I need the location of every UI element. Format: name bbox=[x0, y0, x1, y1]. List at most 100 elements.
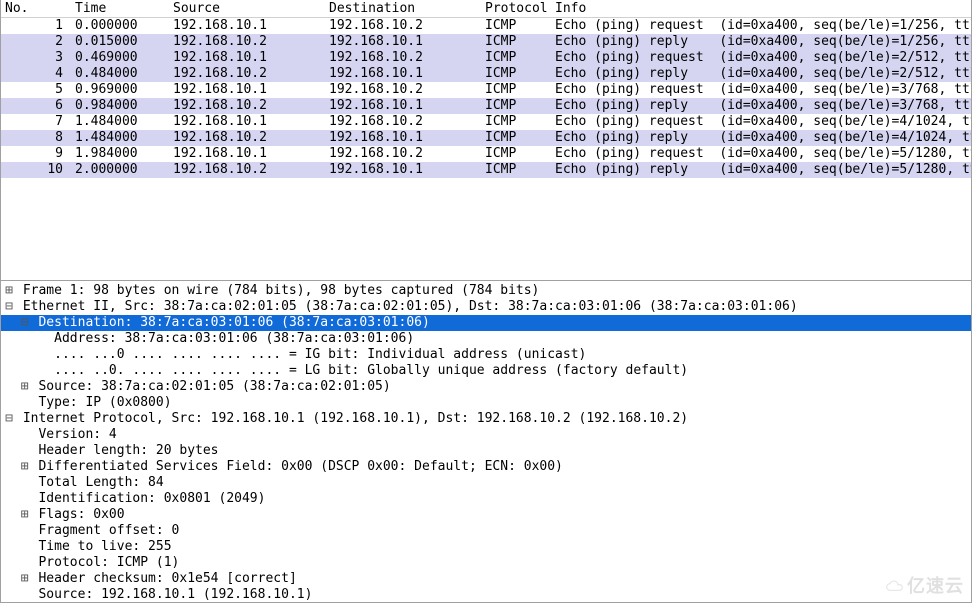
tree-node[interactable]: ⊟ Destination: 38:7a:ca:03:01:06 (38:7a:… bbox=[1, 315, 971, 331]
cell-time: 0.015000 bbox=[71, 34, 169, 50]
tree-spacer-icon bbox=[19, 443, 31, 459]
tree-node[interactable]: ⊞ Differentiated Services Field: 0x00 (D… bbox=[1, 459, 971, 475]
cell-proto: ICMP bbox=[481, 18, 551, 35]
expand-icon[interactable]: ⊞ bbox=[19, 507, 31, 523]
tree-node-label: Address: 38:7a:ca:03:01:06 (38:7a:ca:03:… bbox=[54, 331, 414, 346]
cell-no: 4 bbox=[1, 66, 71, 82]
tree-node-label: Source: 192.168.10.1 (192.168.10.1) bbox=[38, 587, 312, 602]
packet-table: No. Time Source Destination Protocol Inf… bbox=[1, 0, 971, 178]
tree-node[interactable]: ⊞ Flags: 0x00 bbox=[1, 507, 971, 523]
table-row[interactable]: 20.015000192.168.10.2192.168.10.1ICMPEch… bbox=[1, 34, 971, 50]
tree-node-label: Header length: 20 bytes bbox=[38, 443, 218, 458]
tree-node[interactable]: Total Length: 84 bbox=[1, 475, 971, 491]
cell-no: 3 bbox=[1, 50, 71, 66]
cell-proto: ICMP bbox=[481, 98, 551, 114]
tree-node-label: Destination: 38:7a:ca:03:01:06 (38:7a:ca… bbox=[38, 315, 429, 330]
tree-node-label: Ethernet II, Src: 38:7a:ca:02:01:05 (38:… bbox=[23, 299, 798, 314]
cell-no: 2 bbox=[1, 34, 71, 50]
tree-node-label: Identification: 0x0801 (2049) bbox=[38, 491, 265, 506]
tree-spacer-icon bbox=[19, 491, 31, 507]
cell-src: 192.168.10.2 bbox=[169, 98, 325, 114]
cell-proto: ICMP bbox=[481, 162, 551, 178]
expand-icon[interactable]: ⊞ bbox=[3, 283, 15, 299]
col-header-source[interactable]: Source bbox=[169, 0, 325, 18]
cell-time: 0.969000 bbox=[71, 82, 169, 98]
cell-time: 1.984000 bbox=[71, 146, 169, 162]
table-row[interactable]: 102.000000192.168.10.2192.168.10.1ICMPEc… bbox=[1, 162, 971, 178]
table-row[interactable]: 30.469000192.168.10.1192.168.10.2ICMPEch… bbox=[1, 50, 971, 66]
cell-info: Echo (ping) reply (id=0xa400, seq(be/le)… bbox=[551, 130, 971, 146]
cell-dst: 192.168.10.1 bbox=[325, 66, 481, 82]
tree-node-label: .... ..0. .... .... .... .... = LG bit: … bbox=[54, 363, 688, 378]
tree-node[interactable]: Address: 38:7a:ca:03:01:06 (38:7a:ca:03:… bbox=[1, 331, 971, 347]
tree-node-label: Source: 38:7a:ca:02:01:05 (38:7a:ca:02:0… bbox=[38, 379, 390, 394]
tree-node[interactable]: .... ..0. .... .... .... .... = LG bit: … bbox=[1, 363, 971, 379]
col-header-destination[interactable]: Destination bbox=[325, 0, 481, 18]
tree-node[interactable]: Protocol: ICMP (1) bbox=[1, 555, 971, 571]
tree-node-label: Flags: 0x00 bbox=[38, 507, 124, 522]
packet-list-pane[interactable]: No. Time Source Destination Protocol Inf… bbox=[0, 0, 972, 281]
packet-details-pane[interactable]: ⊞ Frame 1: 98 bytes on wire (784 bits), … bbox=[0, 281, 972, 603]
expand-icon[interactable]: ⊞ bbox=[19, 379, 31, 395]
tree-spacer-icon bbox=[19, 395, 31, 411]
col-header-info[interactable]: Info bbox=[551, 0, 971, 18]
table-row[interactable]: 81.484000192.168.10.2192.168.10.1ICMPEch… bbox=[1, 130, 971, 146]
col-header-time[interactable]: Time bbox=[71, 0, 169, 18]
col-header-protocol[interactable]: Protocol bbox=[481, 0, 551, 18]
cell-src: 192.168.10.2 bbox=[169, 130, 325, 146]
tree-node[interactable]: .... ...0 .... .... .... .... = IG bit: … bbox=[1, 347, 971, 363]
tree-node[interactable]: Type: IP (0x0800) bbox=[1, 395, 971, 411]
tree-node[interactable]: ⊟ Internet Protocol, Src: 192.168.10.1 (… bbox=[1, 411, 971, 427]
cell-info: Echo (ping) reply (id=0xa400, seq(be/le)… bbox=[551, 66, 971, 82]
table-row[interactable]: 50.969000192.168.10.1192.168.10.2ICMPEch… bbox=[1, 82, 971, 98]
tree-node[interactable]: Identification: 0x0801 (2049) bbox=[1, 491, 971, 507]
packet-table-header[interactable]: No. Time Source Destination Protocol Inf… bbox=[1, 0, 971, 18]
cell-info: Echo (ping) reply (id=0xa400, seq(be/le)… bbox=[551, 98, 971, 114]
tree-node-label: Time to live: 255 bbox=[38, 539, 171, 554]
cell-no: 6 bbox=[1, 98, 71, 114]
cell-no: 10 bbox=[1, 162, 71, 178]
table-row[interactable]: 71.484000192.168.10.1192.168.10.2ICMPEch… bbox=[1, 114, 971, 130]
cell-dst: 192.168.10.2 bbox=[325, 50, 481, 66]
cell-proto: ICMP bbox=[481, 82, 551, 98]
cell-src: 192.168.10.2 bbox=[169, 66, 325, 82]
expand-icon[interactable]: ⊞ bbox=[19, 571, 31, 587]
cell-time: 1.484000 bbox=[71, 114, 169, 130]
cell-dst: 192.168.10.2 bbox=[325, 18, 481, 35]
cell-no: 8 bbox=[1, 130, 71, 146]
cell-src: 192.168.10.1 bbox=[169, 146, 325, 162]
tree-node[interactable]: Header length: 20 bytes bbox=[1, 443, 971, 459]
cell-dst: 192.168.10.2 bbox=[325, 82, 481, 98]
collapse-icon[interactable]: ⊟ bbox=[19, 315, 31, 331]
table-row[interactable]: 91.984000192.168.10.1192.168.10.2ICMPEch… bbox=[1, 146, 971, 162]
tree-node-label: Version: 4 bbox=[38, 427, 116, 442]
cell-dst: 192.168.10.2 bbox=[325, 114, 481, 130]
cell-time: 1.484000 bbox=[71, 130, 169, 146]
col-header-no[interactable]: No. bbox=[1, 0, 71, 18]
tree-spacer-icon bbox=[19, 555, 31, 571]
tree-spacer-icon bbox=[19, 475, 31, 491]
tree-node[interactable]: ⊞ Header checksum: 0x1e54 [correct] bbox=[1, 571, 971, 587]
tree-node[interactable]: ⊞ Source: 38:7a:ca:02:01:05 (38:7a:ca:02… bbox=[1, 379, 971, 395]
cell-proto: ICMP bbox=[481, 130, 551, 146]
cell-proto: ICMP bbox=[481, 66, 551, 82]
cell-no: 5 bbox=[1, 82, 71, 98]
collapse-icon[interactable]: ⊟ bbox=[3, 411, 15, 427]
tree-node-label: Protocol: ICMP (1) bbox=[38, 555, 179, 570]
tree-node-label: Differentiated Services Field: 0x00 (DSC… bbox=[38, 459, 562, 474]
tree-node[interactable]: Time to live: 255 bbox=[1, 539, 971, 555]
tree-node[interactable]: Fragment offset: 0 bbox=[1, 523, 971, 539]
tree-node[interactable]: ⊞ Frame 1: 98 bytes on wire (784 bits), … bbox=[1, 283, 971, 299]
tree-node[interactable]: ⊟ Ethernet II, Src: 38:7a:ca:02:01:05 (3… bbox=[1, 299, 971, 315]
tree-node-label: Type: IP (0x0800) bbox=[38, 395, 171, 410]
table-row[interactable]: 10.000000192.168.10.1192.168.10.2ICMPEch… bbox=[1, 18, 971, 35]
collapse-icon[interactable]: ⊟ bbox=[3, 299, 15, 315]
table-row[interactable]: 40.484000192.168.10.2192.168.10.1ICMPEch… bbox=[1, 66, 971, 82]
tree-node-label: Header checksum: 0x1e54 [correct] bbox=[38, 571, 296, 586]
tree-node-label: Total Length: 84 bbox=[38, 475, 163, 490]
tree-node[interactable]: Version: 4 bbox=[1, 427, 971, 443]
cell-info: Echo (ping) reply (id=0xa400, seq(be/le)… bbox=[551, 162, 971, 178]
table-row[interactable]: 60.984000192.168.10.2192.168.10.1ICMPEch… bbox=[1, 98, 971, 114]
tree-node[interactable]: Source: 192.168.10.1 (192.168.10.1) bbox=[1, 587, 971, 603]
expand-icon[interactable]: ⊞ bbox=[19, 459, 31, 475]
